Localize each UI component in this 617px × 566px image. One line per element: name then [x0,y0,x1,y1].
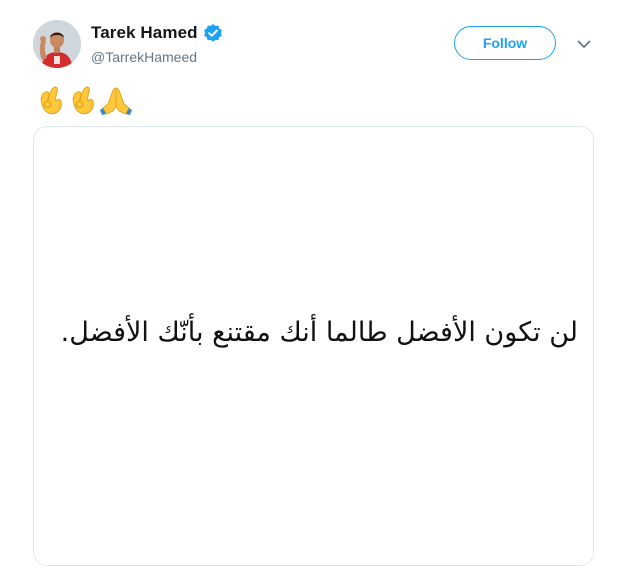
tweet-image-card[interactable]: لن تكون الأفضل طالما أنك مقتنع بأنّك الأ… [33,126,594,566]
author-name-row[interactable]: Tarek Hamed [91,22,223,44]
follow-button[interactable]: Follow [454,26,556,60]
ok-hand-icon [35,84,65,116]
display-name[interactable]: Tarek Hamed [91,23,198,43]
ok-hand-icon [67,84,97,116]
folded-hands-icon [99,84,132,116]
more-options-button[interactable] [574,35,594,53]
tweet-emojis [35,84,132,116]
avatar[interactable] [33,20,81,68]
user-handle[interactable]: @TarrekHameed [91,49,197,65]
chevron-down-icon [577,40,591,48]
tweet-container: Tarek Hamed @TarrekHameed Follow لن تكون… [0,0,617,566]
player-photo-icon [33,20,81,68]
image-quote-text: لن تكون الأفضل طالما أنك مقتنع بأنّك الأ… [60,317,578,348]
verified-badge-icon [203,23,223,43]
